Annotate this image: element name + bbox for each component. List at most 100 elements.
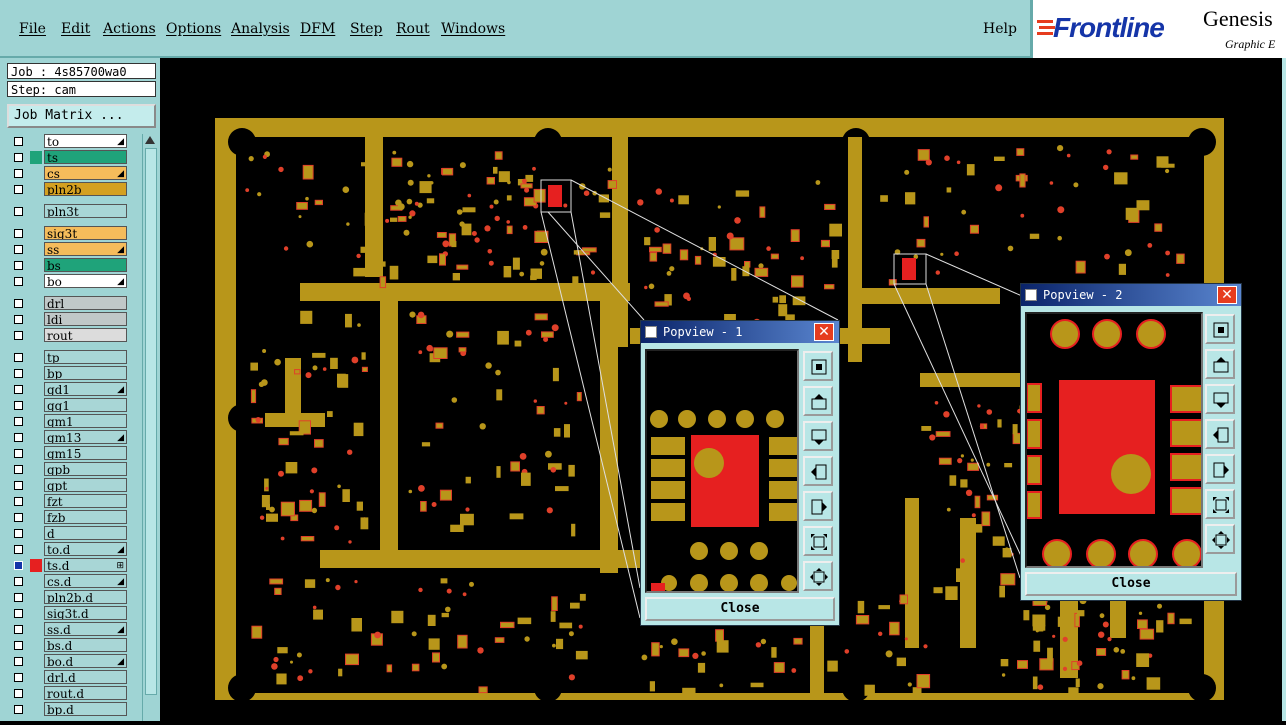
- layer-affected-indicator[interactable]: [30, 275, 42, 288]
- layer-checkbox[interactable]: [14, 545, 23, 554]
- layer-name[interactable]: to ◢: [44, 134, 127, 148]
- layer-row[interactable]: drl: [8, 296, 130, 311]
- layer-checkbox[interactable]: [14, 261, 23, 270]
- layer-name[interactable]: rout: [44, 328, 127, 342]
- pan-right-button[interactable]: [1205, 454, 1235, 484]
- layer-row[interactable]: bs.d: [8, 638, 130, 653]
- menu-help[interactable]: Help: [983, 21, 1017, 37]
- menu-actions[interactable]: Actions: [103, 21, 156, 37]
- zoom-fit-button[interactable]: [1205, 314, 1235, 344]
- layer-name[interactable]: bs.d: [44, 638, 127, 652]
- popview-2-viewport[interactable]: [1025, 312, 1203, 568]
- popview-2-close-icon[interactable]: ✕: [1217, 286, 1237, 304]
- pan-left-button[interactable]: [803, 456, 833, 486]
- layer-affected-indicator[interactable]: [30, 383, 42, 396]
- menu-rout[interactable]: Rout: [396, 21, 430, 37]
- layer-affected-indicator[interactable]: [30, 183, 42, 196]
- layer-checkbox[interactable]: [14, 657, 23, 666]
- layer-row[interactable]: gpb: [8, 462, 130, 477]
- layer-affected-indicator[interactable]: [30, 313, 42, 326]
- zoom-fit-button[interactable]: [803, 351, 833, 381]
- scroll-up-icon[interactable]: [145, 136, 155, 144]
- menu-windows[interactable]: Windows: [441, 21, 505, 37]
- layer-name[interactable]: bp.d: [44, 702, 127, 716]
- layer-affected-indicator[interactable]: [30, 479, 42, 492]
- layer-affected-indicator[interactable]: [30, 259, 42, 272]
- layer-name[interactable]: gpt: [44, 478, 127, 492]
- layer-checkbox[interactable]: [14, 169, 23, 178]
- layer-checkbox[interactable]: [14, 513, 23, 522]
- layer-affected-indicator[interactable]: [30, 297, 42, 310]
- layer-checkbox[interactable]: [14, 625, 23, 634]
- layer-row[interactable]: cs ◢: [8, 166, 130, 181]
- layer-name[interactable]: fzt: [44, 494, 127, 508]
- layer-name[interactable]: tp: [44, 350, 127, 364]
- layer-name[interactable]: gm1: [44, 414, 127, 428]
- popview-1-close-icon[interactable]: ✕: [814, 323, 834, 341]
- layer-affected-indicator[interactable]: [30, 463, 42, 476]
- popview-1-close-button[interactable]: Close: [645, 597, 835, 621]
- layer-row[interactable]: gd1 ◢: [8, 382, 130, 397]
- job-matrix-button[interactable]: Job Matrix ...: [7, 104, 156, 128]
- zoom-out-button[interactable]: [1205, 524, 1235, 554]
- layer-row[interactable]: pln2b.d: [8, 590, 130, 605]
- zoom-in-button[interactable]: [803, 526, 833, 556]
- layer-checkbox[interactable]: [14, 353, 23, 362]
- layer-checkbox[interactable]: [14, 137, 23, 146]
- zoom-up-button[interactable]: [803, 386, 833, 416]
- layer-name[interactable]: pln2b: [44, 182, 127, 196]
- layer-name[interactable]: cs ◢: [44, 166, 127, 180]
- layer-name[interactable]: cs.d ◢: [44, 574, 127, 588]
- layer-affected-indicator[interactable]: [30, 205, 42, 218]
- layer-name[interactable]: to.d ◢: [44, 542, 127, 556]
- layer-checkbox[interactable]: [14, 593, 23, 602]
- layer-checkbox[interactable]: [14, 229, 23, 238]
- layer-row[interactable]: gg1: [8, 398, 130, 413]
- layer-row[interactable]: pln3t: [8, 204, 130, 219]
- menu-file[interactable]: File: [19, 21, 46, 37]
- layer-row[interactable]: ss ◢: [8, 242, 130, 257]
- layer-name[interactable]: gg1: [44, 398, 127, 412]
- layer-row[interactable]: bo.d ◢: [8, 654, 130, 669]
- pan-right-button[interactable]: [803, 491, 833, 521]
- layer-affected-indicator[interactable]: [30, 655, 42, 668]
- layer-checkbox[interactable]: [14, 673, 23, 682]
- layer-affected-indicator[interactable]: [30, 671, 42, 684]
- layer-checkbox[interactable]: [14, 153, 23, 162]
- layer-name[interactable]: pln3t: [44, 204, 127, 218]
- layer-affected-indicator[interactable]: [30, 415, 42, 428]
- layer-name[interactable]: d: [44, 526, 127, 540]
- layer-row[interactable]: cs.d ◢: [8, 574, 130, 589]
- scroll-thumb[interactable]: [145, 148, 157, 695]
- pan-left-button[interactable]: [1205, 419, 1235, 449]
- layer-row[interactable]: bs: [8, 258, 130, 273]
- layer-row[interactable]: pln2b: [8, 182, 130, 197]
- zoom-in-button[interactable]: [1205, 489, 1235, 519]
- layer-row[interactable]: ldi: [8, 312, 130, 327]
- layer-row[interactable]: gm15: [8, 446, 130, 461]
- layer-checkbox[interactable]: [14, 277, 23, 286]
- layer-row[interactable]: gm1: [8, 414, 130, 429]
- layer-name[interactable]: bs: [44, 258, 127, 272]
- popview-1-title-bar[interactable]: Popview - 1: [641, 321, 839, 343]
- popview-2-close-button[interactable]: Close: [1025, 572, 1237, 596]
- layer-affected-indicator[interactable]: [30, 447, 42, 460]
- layer-affected-indicator[interactable]: [30, 639, 42, 652]
- layer-affected-indicator[interactable]: [30, 559, 42, 572]
- layer-name[interactable]: pln2b.d: [44, 590, 127, 604]
- zoom-down-button[interactable]: [1205, 384, 1235, 414]
- layer-name[interactable]: ss.d ◢: [44, 622, 127, 636]
- layer-checkbox[interactable]: [14, 561, 23, 570]
- layer-checkbox[interactable]: [14, 299, 23, 308]
- layer-name[interactable]: bo ◢: [44, 274, 127, 288]
- layer-row[interactable]: ts: [8, 150, 130, 165]
- menu-edit[interactable]: Edit: [61, 21, 90, 37]
- layer-checkbox[interactable]: [14, 497, 23, 506]
- layer-affected-indicator[interactable]: [30, 243, 42, 256]
- layer-affected-indicator[interactable]: [30, 575, 42, 588]
- layer-row[interactable]: bo ◢: [8, 274, 130, 289]
- layer-checkbox[interactable]: [14, 401, 23, 410]
- layer-affected-indicator[interactable]: [30, 167, 42, 180]
- zoom-down-button[interactable]: [803, 421, 833, 451]
- layer-name[interactable]: ts: [44, 150, 127, 164]
